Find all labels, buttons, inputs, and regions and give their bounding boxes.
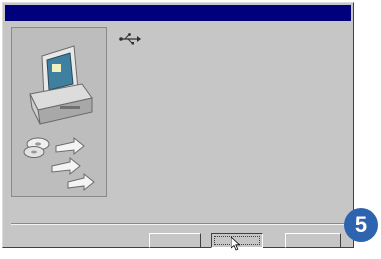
device-name bbox=[147, 30, 337, 46]
install-dialog bbox=[2, 2, 354, 251]
button-separator bbox=[11, 223, 345, 225]
mouse-cursor-icon bbox=[230, 236, 241, 256]
back-button[interactable] bbox=[149, 233, 201, 248]
status-message bbox=[119, 85, 344, 101]
step-number-badge: 5 bbox=[344, 208, 378, 242]
installer-illustration bbox=[11, 27, 107, 197]
dialog-titlebar[interactable] bbox=[5, 5, 351, 21]
computer-illustration bbox=[12, 28, 106, 196]
usb-icon bbox=[119, 32, 141, 50]
cancel-button[interactable] bbox=[285, 233, 341, 248]
